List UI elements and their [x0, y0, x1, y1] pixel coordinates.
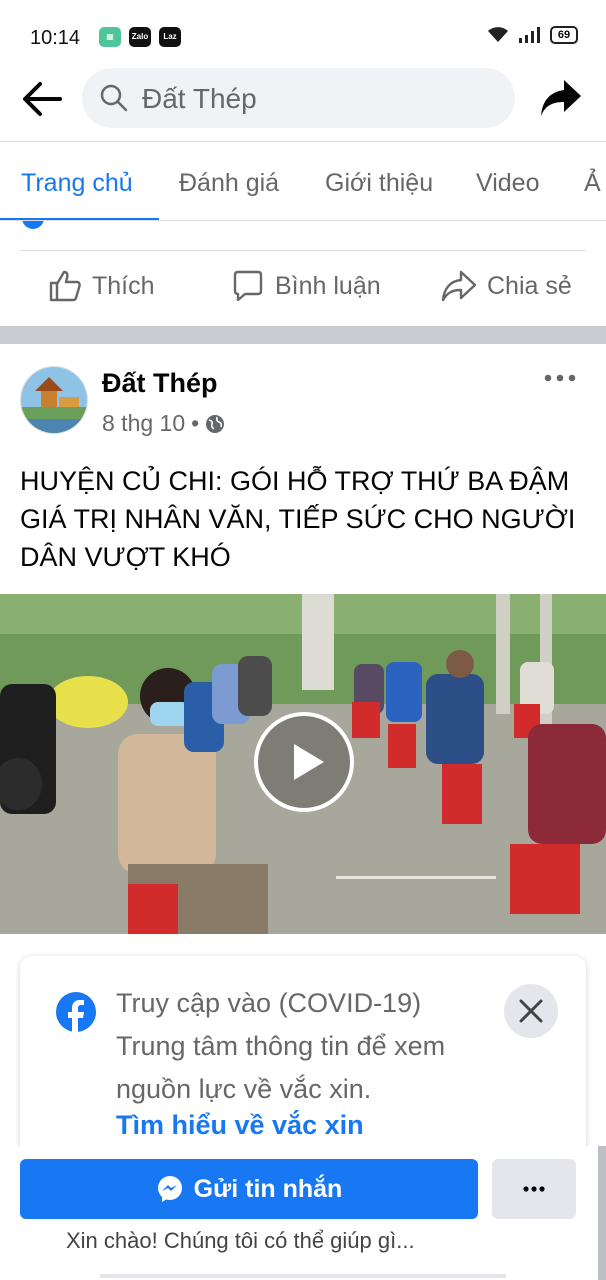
like-label: Thích — [92, 271, 155, 300]
post-video[interactable] — [0, 594, 606, 934]
tab-video[interactable]: Video — [476, 169, 540, 198]
page-name[interactable]: Đất Thép — [102, 368, 218, 399]
search-icon — [100, 84, 128, 112]
divider — [20, 250, 586, 251]
status-bar: 10:14 ▦ Zalo Laz 69 — [0, 0, 606, 66]
covid-info-card: Truy cập vào (COVID-19) Trung tâm thông … — [20, 956, 586, 1156]
reaction-icon — [22, 221, 44, 229]
post-action-bar: Thích Bình luận Chia sẻ — [0, 255, 606, 323]
comment-label: Bình luận — [275, 271, 381, 300]
tab-about[interactable]: Giới thiệu — [325, 169, 433, 198]
vaccine-info-link[interactable]: Tìm hiểu về vắc xin — [116, 1110, 364, 1141]
post-meta: 8 thg 10 • — [102, 410, 225, 437]
play-icon — [294, 744, 324, 780]
post-date[interactable]: 8 thg 10 — [102, 410, 185, 437]
send-message-label: Gửi tin nhắn — [193, 1174, 343, 1203]
tab-reviews[interactable]: Đánh giá — [179, 169, 279, 198]
feed-separator — [0, 326, 606, 344]
post-header: Đất Thép 8 thg 10 • — [0, 344, 606, 444]
page-tabs: Trang chủ Đánh giá Giới thiệu Video Ả — [0, 141, 606, 221]
wifi-icon — [488, 27, 508, 42]
scrollbar — [598, 1146, 606, 1280]
share-label: Chia sẻ — [487, 271, 572, 300]
search-header: Đất Thép — [0, 66, 606, 142]
bottom-more-button[interactable] — [492, 1159, 576, 1219]
thumbs-up-icon — [49, 270, 81, 302]
share-arrow-icon — [441, 270, 477, 302]
facebook-icon — [56, 992, 96, 1032]
pagoda-avatar-image — [21, 367, 87, 433]
comment-icon — [233, 270, 263, 302]
zalo-icon: Zalo — [129, 27, 151, 47]
globe-icon — [206, 414, 225, 433]
tab-home[interactable]: Trang chủ — [21, 169, 133, 198]
covid-info-text: Truy cập vào (COVID-19) Trung tâm thông … — [116, 988, 446, 1104]
notification-icons: ▦ Zalo Laz — [99, 27, 181, 47]
play-button[interactable] — [254, 712, 354, 812]
search-query: Đất Thép — [142, 83, 257, 114]
message-bar: Gửi tin nhắn Xin chào! Chúng tôi có thể … — [0, 1146, 606, 1280]
comment-button[interactable]: Bình luận — [231, 269, 381, 303]
send-message-button[interactable]: Gửi tin nhắn — [20, 1159, 478, 1219]
greeting-suggestion[interactable]: Xin chào! Chúng tôi có thể giúp gì... — [66, 1228, 415, 1254]
meta-separator: • — [191, 410, 200, 436]
like-button[interactable]: Thích — [48, 269, 155, 303]
messenger-icon — [157, 1176, 182, 1202]
more-options-icon — [523, 1186, 545, 1192]
post-text: HUYỆN CỦ CHI: GÓI HỖ TRỢ THỨ BA ĐẬM GIÁ … — [20, 466, 576, 572]
battery-icon: 69 — [550, 26, 578, 44]
close-button[interactable] — [504, 984, 558, 1038]
avatar[interactable] — [20, 366, 88, 434]
close-icon — [519, 999, 543, 1023]
share-button[interactable]: Chia sẻ — [441, 269, 572, 303]
status-time: 10:14 — [30, 27, 81, 49]
signal-icon — [519, 27, 540, 43]
quick-reply-indicator — [100, 1274, 506, 1278]
more-options-icon[interactable] — [540, 368, 580, 388]
previous-post-remnant — [0, 221, 606, 251]
status-right: 69 — [486, 26, 578, 44]
search-input[interactable]: Đất Thép — [82, 68, 515, 128]
back-arrow-icon[interactable] — [20, 81, 62, 117]
tab-photos[interactable]: Ả — [584, 169, 601, 198]
lazada-icon: Laz — [159, 27, 181, 47]
app-notification-icon: ▦ — [99, 27, 121, 47]
share-icon[interactable] — [540, 78, 582, 118]
